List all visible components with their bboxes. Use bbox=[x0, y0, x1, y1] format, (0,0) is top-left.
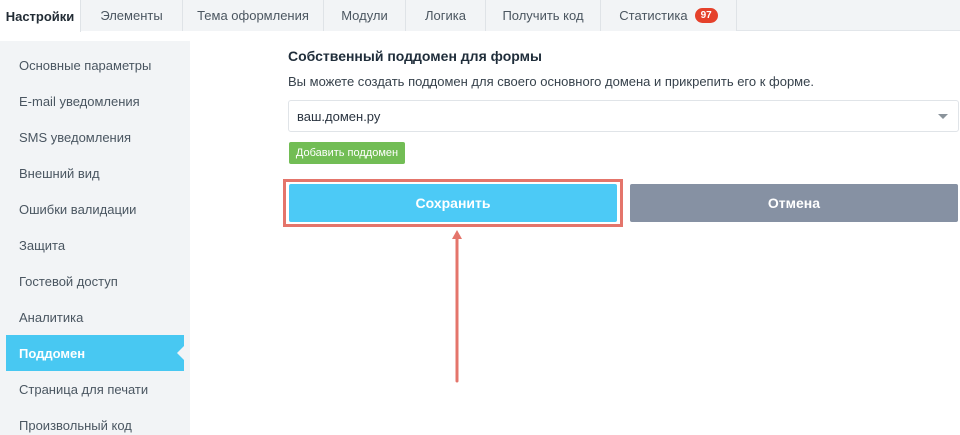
sidebar-item-analytics[interactable]: Аналитика bbox=[6, 299, 184, 335]
sidebar-item-main-params[interactable]: Основные параметры bbox=[6, 47, 184, 83]
sidebar-item-custom-code[interactable]: Произвольный код bbox=[6, 407, 184, 435]
tab-statistics[interactable]: Статистика 97 bbox=[601, 0, 737, 31]
tab-label: Элементы bbox=[100, 8, 163, 23]
tab-label: Статистика bbox=[619, 8, 688, 23]
sidebar-item-print-page[interactable]: Страница для печати bbox=[6, 371, 184, 407]
sidebar-item-label: Поддомен bbox=[19, 345, 86, 361]
tab-label: Настройки bbox=[5, 8, 75, 24]
tab-label: Получить код bbox=[502, 8, 584, 23]
sidebar-item-label: SMS уведомления bbox=[19, 129, 132, 145]
tab-label: Тема оформления bbox=[197, 8, 309, 23]
sidebar-item-guest-access[interactable]: Гостевой доступ bbox=[6, 263, 184, 299]
statistics-count-badge: 97 bbox=[694, 8, 718, 23]
tab-logic[interactable]: Логика bbox=[406, 0, 486, 31]
tab-settings[interactable]: Настройки bbox=[0, 0, 81, 32]
annotation-arrow-icon bbox=[452, 230, 462, 383]
tab-elements[interactable]: Элементы bbox=[81, 0, 183, 31]
tab-label: Логика bbox=[425, 8, 466, 23]
save-button[interactable]: Сохранить bbox=[289, 184, 617, 222]
sidebar-item-sms-notifications[interactable]: SMS уведомления bbox=[6, 119, 184, 155]
section-title: Собственный поддомен для формы bbox=[288, 48, 542, 64]
sidebar-item-label: Страница для печати bbox=[19, 381, 149, 397]
tab-bar: Настройки Элементы Тема оформления Модул… bbox=[0, 0, 960, 32]
sidebar-item-email-notifications[interactable]: E-mail уведомления bbox=[6, 83, 184, 119]
tab-modules[interactable]: Модули bbox=[324, 0, 406, 31]
sidebar-item-label: Аналитика bbox=[19, 309, 84, 325]
domain-select[interactable]: ваш.домен.ру bbox=[288, 100, 959, 132]
tab-theme[interactable]: Тема оформления bbox=[183, 0, 324, 31]
sidebar-item-label: Произвольный код bbox=[19, 417, 132, 433]
sidebar-item-label: Защита bbox=[19, 237, 66, 253]
sidebar-item-label: Гостевой доступ bbox=[19, 273, 118, 289]
sidebar-item-label: E-mail уведомления bbox=[19, 93, 140, 109]
add-subdomain-button[interactable]: Добавить поддомен bbox=[289, 142, 405, 164]
sidebar-item-appearance[interactable]: Внешний вид bbox=[6, 155, 184, 191]
sidebar-item-protection[interactable]: Защита bbox=[6, 227, 184, 263]
domain-select-value: ваш.домен.ру bbox=[297, 108, 381, 124]
tab-get-code[interactable]: Получить код bbox=[486, 0, 601, 31]
tab-label: Модули bbox=[341, 8, 388, 23]
cancel-button[interactable]: Отмена bbox=[630, 184, 958, 222]
section-description: Вы можете создать поддомен для своего ос… bbox=[288, 74, 814, 89]
sidebar-item-label: Ошибки валидации bbox=[19, 201, 137, 217]
sidebar-item-subdomain[interactable]: Поддомен bbox=[6, 335, 184, 371]
chevron-down-icon bbox=[938, 114, 948, 119]
sidebar-item-label: Основные параметры bbox=[19, 57, 152, 73]
sidebar-item-label: Внешний вид bbox=[19, 165, 100, 181]
sidebar-item-validation-errors[interactable]: Ошибки валидации bbox=[6, 191, 184, 227]
